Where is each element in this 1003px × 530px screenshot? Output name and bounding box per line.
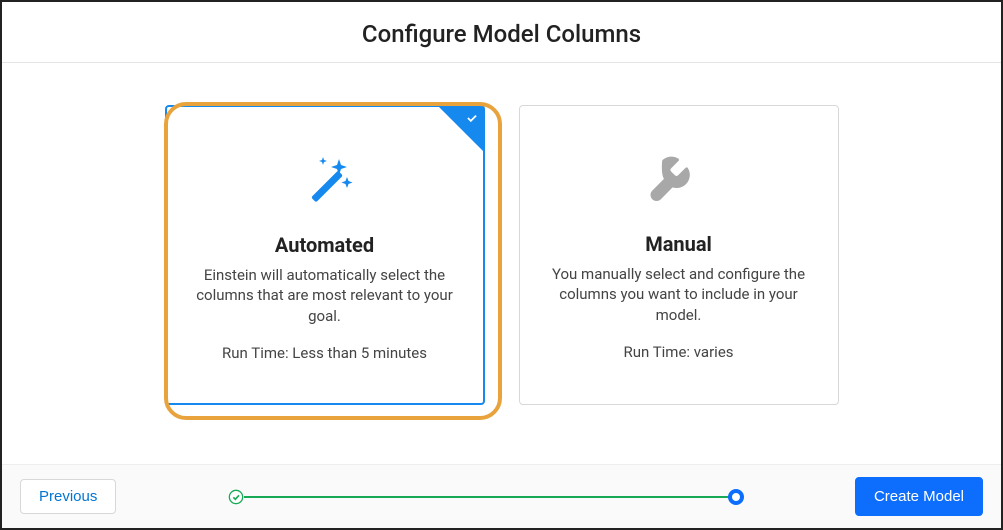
page-title: Configure Model Columns xyxy=(2,20,1001,48)
page-header: Configure Model Columns xyxy=(2,2,1001,63)
wrench-icon xyxy=(542,142,816,222)
magic-wand-icon xyxy=(189,143,461,223)
previous-button[interactable]: Previous xyxy=(20,479,116,514)
step-current-icon xyxy=(728,489,744,505)
step-complete-icon xyxy=(228,489,244,505)
card-runtime-automated: Run Time: Less than 5 minutes xyxy=(189,344,461,362)
create-model-button[interactable]: Create Model xyxy=(855,477,983,516)
card-desc-automated: Einstein will automatically select the c… xyxy=(189,265,461,326)
option-card-automated[interactable]: Automated Einstein will automatically se… xyxy=(165,105,485,405)
card-runtime-manual: Run Time: varies xyxy=(542,343,816,361)
progress-indicator xyxy=(116,465,855,528)
progress-line xyxy=(236,496,736,498)
wizard-footer: Previous Create Model xyxy=(2,464,1001,528)
card-desc-manual: You manually select and configure the co… xyxy=(542,264,816,325)
check-icon xyxy=(465,111,479,129)
card-title-automated: Automated xyxy=(189,233,461,257)
option-card-manual[interactable]: Manual You manually select and configure… xyxy=(519,105,839,405)
options-container: Automated Einstein will automatically se… xyxy=(2,63,1001,405)
card-title-manual: Manual xyxy=(542,232,816,256)
